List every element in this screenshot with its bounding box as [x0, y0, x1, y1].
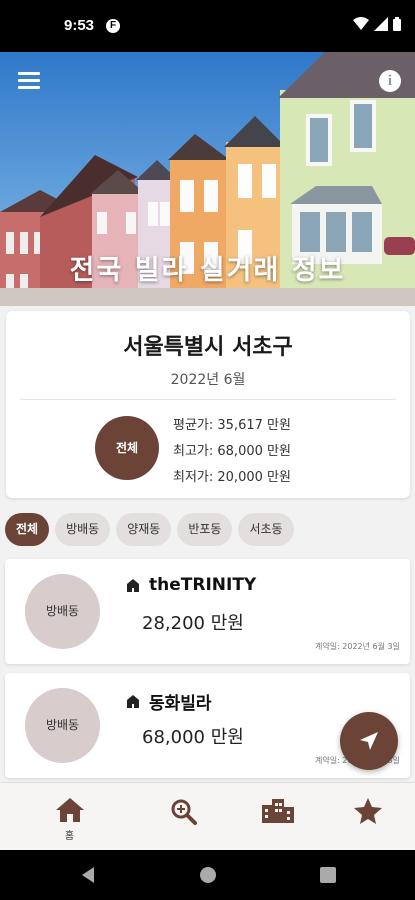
listing-price: 68,000 만원 [142, 727, 244, 748]
listing-dong-badge: 방배동 [25, 574, 100, 649]
bottom-navigation: 홈 [0, 782, 415, 850]
period-label: 2022년 6월 [170, 372, 246, 388]
menu-button[interactable] [18, 72, 40, 90]
listing-price: 28,200 만원 [142, 613, 244, 634]
divider [20, 399, 396, 400]
region-title: 서울특별시 서초구 [123, 335, 293, 360]
recents-icon[interactable] [320, 866, 336, 884]
average-price: 평균가: 35,617 만원 [173, 418, 291, 433]
nav-home-label: 홈 [64, 831, 75, 842]
status-bar: 9:53 F [0, 0, 415, 52]
max-price: 최고가: 68,000 만원 [173, 444, 291, 459]
status-time: 9:53 [64, 17, 95, 34]
dong-filter-chips: 전체 방배동 양재동 반포동 서초동 [5, 513, 294, 546]
listing-dong-badge: 방배동 [25, 688, 100, 763]
star-icon [354, 798, 382, 824]
hero-banner: i 전국 빌라 실거래 정보 [0, 52, 415, 306]
chip-yangjae[interactable]: 양재동 [116, 513, 172, 546]
all-badge: 전체 [95, 416, 159, 480]
nav-search[interactable] [132, 783, 235, 851]
battery-icon [393, 17, 401, 31]
chip-banpo[interactable]: 반포동 [177, 513, 233, 546]
min-price: 최저가: 20,000 만원 [173, 470, 291, 485]
listing-date: 계약일: 2022년 6월 3일 [314, 642, 400, 651]
nav-buildings[interactable] [225, 783, 328, 851]
hero-title: 전국 빌라 실거래 정보 [69, 255, 346, 286]
wifi-icon [353, 17, 369, 30]
price-stats: 평균가: 35,617 만원 최고가: 68,000 만원 최저가: 20,00… [173, 413, 291, 491]
nav-home[interactable]: 홈 [18, 783, 121, 851]
listing-name: theTRINITY [149, 575, 257, 595]
location-fab-button[interactable] [340, 712, 398, 770]
building-icon [127, 578, 139, 592]
nav-favorites[interactable] [316, 783, 415, 851]
chip-bangbae[interactable]: 방배동 [55, 513, 111, 546]
navigation-arrow-icon [360, 732, 378, 750]
listing-card[interactable]: 방배동 theTRINITY 28,200 만원 계약일: 2022년 6월 3… [5, 559, 410, 664]
app-notification-icon: F [106, 19, 120, 33]
home-circle-icon[interactable] [199, 866, 217, 884]
info-icon[interactable]: i [379, 70, 401, 92]
building-icon [127, 695, 139, 708]
home-icon [56, 798, 84, 822]
back-icon[interactable] [80, 866, 96, 884]
signal-icon [374, 17, 388, 31]
search-zoom-icon [171, 799, 197, 825]
chip-seocho[interactable]: 서초동 [238, 513, 294, 546]
chip-all[interactable]: 전체 [5, 513, 50, 546]
system-navigation-bar [0, 850, 415, 900]
city-buildings-icon [262, 799, 294, 823]
summary-card: 서울특별시 서초구 2022년 6월 전체 평균가: 35,617 만원 최고가… [6, 311, 410, 498]
listing-name: 동화빌라 [149, 694, 212, 714]
status-icons [353, 17, 401, 31]
